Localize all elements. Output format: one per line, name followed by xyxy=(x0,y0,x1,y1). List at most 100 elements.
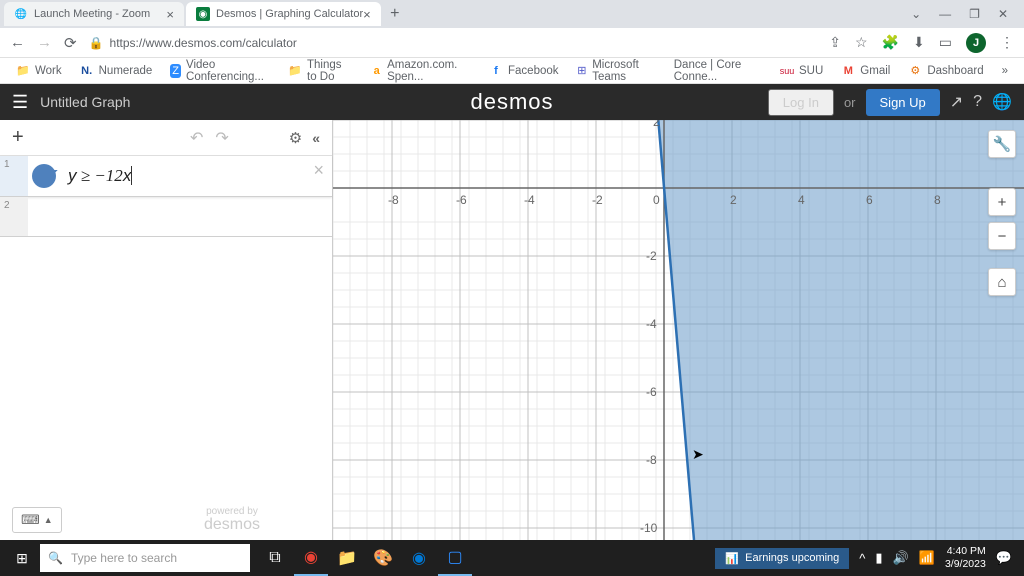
language-icon[interactable]: 🌐 xyxy=(992,92,1012,112)
zoom-taskbar-icon[interactable]: ▢ xyxy=(438,540,472,576)
close-window-icon[interactable]: ✕ xyxy=(998,7,1008,21)
bookmark-amazon[interactable]: aAmazon.com. Spen... xyxy=(371,59,471,83)
or-text: or xyxy=(844,95,856,110)
globe-icon: 🌐 xyxy=(14,7,28,21)
tab-title: Desmos | Graphing Calculator xyxy=(216,8,363,20)
sidebar-toolbar: + ↶ ↷ ⚙ « xyxy=(0,120,332,156)
y-tick: -10 xyxy=(640,521,658,535)
tray-overflow-icon[interactable]: ^ xyxy=(859,551,865,566)
login-button[interactable]: Log In xyxy=(768,89,834,116)
wrench-button[interactable]: 🔧 xyxy=(988,130,1016,158)
x-tick: 2 xyxy=(730,193,737,207)
y-tick: -4 xyxy=(646,317,657,331)
chrome-taskbar-icon[interactable]: ◉ xyxy=(294,540,328,576)
extensions-icon[interactable]: 🧩 xyxy=(882,34,899,51)
share-icon[interactable]: ⇪ xyxy=(829,34,841,51)
app-taskbar-icon[interactable]: 🎨 xyxy=(366,540,400,576)
bookmark-facebook[interactable]: fFacebook xyxy=(489,64,559,78)
collapse-sidebar-button[interactable]: « xyxy=(312,130,320,146)
chevron-down-icon[interactable]: ⌄ xyxy=(911,7,921,21)
expression-color-icon[interactable] xyxy=(32,164,56,188)
share-icon[interactable]: ↗ xyxy=(950,92,963,112)
x-tick: 0 xyxy=(653,193,660,207)
add-expression-button[interactable]: + xyxy=(12,126,24,149)
x-tick: 6 xyxy=(866,193,873,207)
desmos-logo: desmos xyxy=(470,89,553,115)
lock-icon: 🔒 xyxy=(89,36,104,50)
profile-avatar[interactable]: J xyxy=(966,33,986,53)
bookmark-numerade[interactable]: N.Numerade xyxy=(80,64,153,78)
new-tab-button[interactable]: + xyxy=(383,2,407,26)
x-tick: -4 xyxy=(524,193,535,207)
notifications-icon[interactable]: 💬 xyxy=(996,550,1012,566)
maximize-icon[interactable]: ❐ xyxy=(969,7,980,21)
taskbar-search[interactable]: 🔍 Type here to search xyxy=(40,544,250,572)
keyboard-toggle-button[interactable]: ⌨ ▲ xyxy=(12,507,62,533)
tab-title: Launch Meeting - Zoom xyxy=(34,8,150,20)
zoom-out-button[interactable]: − xyxy=(988,222,1016,250)
reading-list-icon[interactable]: ▭ xyxy=(939,34,952,51)
bookmark-video-conf[interactable]: ZVideo Conferencing... xyxy=(170,59,270,83)
task-view-button[interactable]: ⧉ xyxy=(258,540,292,576)
close-icon[interactable]: × xyxy=(363,7,371,22)
download-icon[interactable]: ⬇ xyxy=(913,34,925,51)
menu-icon[interactable]: ⋮ xyxy=(1000,34,1014,51)
expression-row-2[interactable]: 2 xyxy=(0,197,332,237)
desmos-favicon-icon: ◉ xyxy=(196,7,210,21)
back-button[interactable]: ← xyxy=(10,34,25,51)
url-input[interactable]: 🔒 https://www.desmos.com/calculator xyxy=(89,36,818,50)
delete-expression-icon[interactable]: × xyxy=(313,160,324,181)
settings-icon[interactable]: ⚙ xyxy=(289,129,302,147)
bookmark-gmail[interactable]: MGmail xyxy=(841,64,890,78)
gmail-icon: M xyxy=(841,64,855,78)
browser-tab-desmos[interactable]: ◉ Desmos | Graphing Calculator × xyxy=(186,2,381,26)
search-placeholder: Type here to search xyxy=(71,551,177,565)
expression-row-1[interactable]: 1 y ≥ −12x × xyxy=(0,156,332,197)
bookmarks-overflow[interactable]: » xyxy=(1002,65,1008,77)
explorer-taskbar-icon[interactable]: 📁 xyxy=(330,540,364,576)
undo-button[interactable]: ↶ xyxy=(190,128,203,148)
earnings-widget[interactable]: 📊 Earnings upcoming xyxy=(715,548,849,569)
close-icon[interactable]: × xyxy=(166,7,174,22)
bookmark-dashboard[interactable]: ⚙Dashboard xyxy=(908,64,983,78)
start-button[interactable]: ⊞ xyxy=(4,540,40,576)
window-controls: ⌄ — ❐ ✕ xyxy=(911,7,1020,21)
signup-button[interactable]: Sign Up xyxy=(866,89,940,116)
bookmark-work[interactable]: 📁Work xyxy=(16,64,62,78)
browser-tab-zoom[interactable]: 🌐 Launch Meeting - Zoom × xyxy=(4,2,184,26)
home-button[interactable]: ⌂ xyxy=(988,268,1016,296)
network-icon[interactable]: 📶 xyxy=(919,550,935,566)
x-tick: 8 xyxy=(934,193,941,207)
star-icon[interactable]: ☆ xyxy=(855,34,868,51)
search-icon: 🔍 xyxy=(48,551,63,565)
main-content: + ↶ ↷ ⚙ « 1 y ≥ −12x × 2 ⌨ ▲ powered by … xyxy=(0,120,1024,540)
graph-canvas[interactable]: -8 -6 -4 -2 0 2 4 6 8 2 -2 -4 -6 -8 -10 … xyxy=(333,120,1024,540)
numerade-icon: N. xyxy=(80,64,94,78)
bookmark-suu[interactable]: suuSUU xyxy=(780,64,823,78)
x-tick: -6 xyxy=(456,193,467,207)
help-icon[interactable]: ? xyxy=(973,93,982,111)
bookmark-teams[interactable]: ⊞Microsoft Teams xyxy=(577,59,656,83)
folder-icon: 📁 xyxy=(288,64,302,78)
edge-taskbar-icon[interactable]: ◉ xyxy=(402,540,436,576)
reload-button[interactable]: ⟳ xyxy=(64,34,77,52)
redo-button[interactable]: ↷ xyxy=(215,128,228,148)
suu-icon: suu xyxy=(780,64,794,78)
expression-number: 2 xyxy=(0,197,28,236)
url-actions: ⇪ ☆ 🧩 ⬇ ▭ J ⋮ xyxy=(829,33,1014,53)
graph-tools: 🔧 + − ⌂ xyxy=(988,130,1016,296)
graph-title[interactable]: Untitled Graph xyxy=(40,94,130,110)
hamburger-icon[interactable]: ☰ xyxy=(12,92,28,113)
forward-button[interactable]: → xyxy=(37,34,52,51)
x-tick: -2 xyxy=(592,193,603,207)
minimize-icon[interactable]: — xyxy=(939,7,951,21)
address-bar: ← → ⟳ 🔒 https://www.desmos.com/calculato… xyxy=(0,28,1024,58)
clock[interactable]: 4:40 PM 3/9/2023 xyxy=(945,545,986,570)
volume-icon[interactable]: 🔊 xyxy=(893,550,909,566)
bookmark-dance[interactable]: Dance | Core Conne... xyxy=(674,59,762,83)
zoom-in-button[interactable]: + xyxy=(988,188,1016,216)
bookmark-things[interactable]: 📁Things to Do xyxy=(288,59,353,83)
battery-icon[interactable]: ▮ xyxy=(875,550,882,566)
expression-input[interactable]: y ≥ −12x xyxy=(60,156,332,196)
x-tick: -8 xyxy=(388,193,399,207)
